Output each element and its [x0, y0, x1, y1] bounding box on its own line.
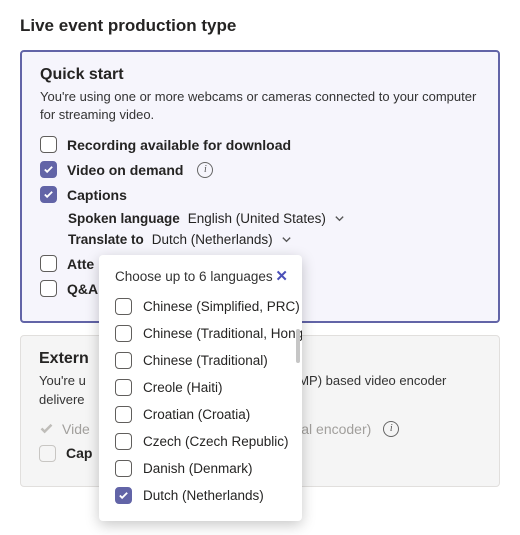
translate-value: Dutch (Netherlands) [152, 232, 273, 247]
checkbox-icon[interactable] [115, 406, 132, 423]
option-label: Captions [67, 187, 127, 203]
language-option[interactable]: Dutch (Netherlands) [99, 482, 302, 509]
checkbox-icon[interactable] [115, 487, 132, 504]
option-vod[interactable]: Video on demand i [40, 161, 480, 178]
checkbox-icon[interactable] [40, 161, 57, 178]
language-option[interactable]: Croatian (Croatia) [99, 401, 302, 428]
checkbox-icon[interactable] [115, 433, 132, 450]
language-label: Chinese (Traditional, Hong Ko [143, 326, 302, 341]
translate-key: Translate to [68, 232, 144, 247]
info-icon[interactable]: i [197, 162, 213, 178]
language-label: Croatian (Croatia) [143, 407, 250, 422]
spoken-language-row[interactable]: Spoken language English (United States) [68, 211, 480, 226]
checkbox-icon[interactable] [115, 460, 132, 477]
spoken-key: Spoken language [68, 211, 180, 226]
section-title: Live event production type [20, 16, 500, 36]
option-label: Recording available for download [67, 137, 291, 153]
quick-start-desc: You're using one or more webcams or came… [40, 88, 480, 124]
dropdown-title: Choose up to 6 languages [115, 269, 273, 284]
checkbox-icon[interactable] [40, 136, 57, 153]
language-option[interactable]: Chinese (Simplified, PRC) [99, 293, 302, 320]
language-label: Danish (Denmark) [143, 461, 253, 476]
option-label: Cap [66, 445, 92, 461]
checkbox-icon[interactable] [115, 325, 132, 342]
language-label: Chinese (Traditional) [143, 353, 268, 368]
language-option[interactable]: Chinese (Traditional, Hong Ko [99, 320, 302, 347]
translate-to-row[interactable]: Translate to Dutch (Netherlands) [68, 232, 480, 247]
option-recording[interactable]: Recording available for download [40, 136, 480, 153]
language-label: Chinese (Simplified, PRC) [143, 299, 300, 314]
scrollbar[interactable] [296, 329, 300, 363]
checkbox-icon[interactable] [40, 186, 57, 203]
quick-start-title: Quick start [40, 66, 480, 84]
checkbox-icon[interactable] [40, 255, 57, 272]
checkbox-icon[interactable] [40, 280, 57, 297]
option-label: Atte [67, 256, 94, 272]
close-icon[interactable]: ✕ [275, 267, 288, 285]
chevron-down-icon[interactable] [334, 213, 345, 224]
language-label: Creole (Haiti) [143, 380, 223, 395]
language-option[interactable]: Creole (Haiti) [99, 374, 302, 401]
checkbox-icon[interactable] [39, 445, 56, 462]
language-label: Czech (Czech Republic) [143, 434, 289, 449]
option-captions[interactable]: Captions [40, 186, 480, 203]
checkbox-icon[interactable] [115, 379, 132, 396]
checkbox-icon[interactable] [115, 298, 132, 315]
language-option[interactable]: Danish (Denmark) [99, 455, 302, 482]
language-option[interactable]: Chinese (Traditional) [99, 347, 302, 374]
option-label: Q&A [67, 281, 98, 297]
option-label: Video on demand [67, 162, 183, 178]
language-dropdown[interactable]: Choose up to 6 languages ✕ Chinese (Simp… [99, 255, 302, 521]
language-option[interactable]: Czech (Czech Republic) [99, 428, 302, 455]
language-label: Dutch (Netherlands) [143, 488, 264, 503]
info-icon[interactable]: i [383, 421, 399, 437]
spoken-value: English (United States) [188, 211, 326, 226]
chevron-down-icon[interactable] [281, 234, 292, 245]
checkbox-icon[interactable] [115, 352, 132, 369]
